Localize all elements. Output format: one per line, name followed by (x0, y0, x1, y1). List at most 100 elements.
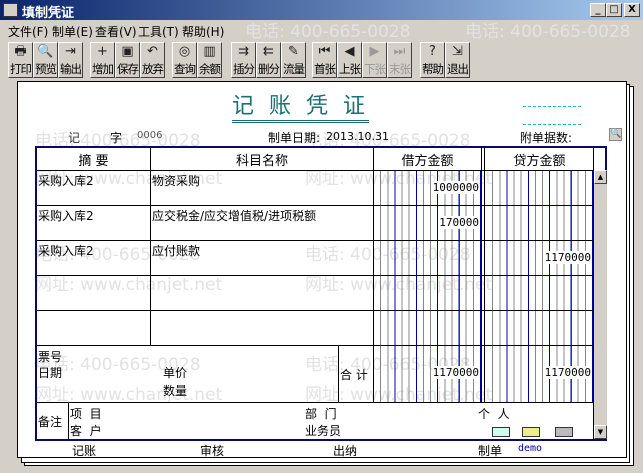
toolbar-button-insert-row[interactable]: ⇉ 插分 (231, 42, 256, 78)
toolbar-label: 下张 (364, 62, 386, 76)
toolbar-label: 放弃 (142, 62, 164, 76)
header-summary: 摘 要 (78, 154, 109, 169)
row-summary[interactable]: 采购入库2 (38, 207, 94, 224)
dotted-line (523, 124, 581, 125)
toolbar-button-printer[interactable]: 🖶 打印 (8, 42, 33, 78)
toolbar-label: 流量 (283, 62, 305, 76)
row-account[interactable]: 应交税金/应交增值税/进项税额 (152, 207, 316, 224)
voucher-type[interactable]: 记 (68, 129, 80, 146)
chart-icon: ▥ (203, 44, 216, 59)
toolbar-button-save[interactable]: ▣ 保存 (115, 42, 140, 78)
next-icon: ▶ (369, 44, 380, 59)
scroll-down-button[interactable]: ▼ (594, 425, 607, 439)
toolbar-label: 保存 (117, 62, 139, 76)
maker-label: 制单 (478, 444, 503, 458)
person-label: 个 人 (478, 407, 510, 421)
header-credit: 贷方金额 (513, 154, 566, 169)
toolbar-label: 上张 (339, 62, 361, 76)
scrollbar[interactable] (594, 170, 607, 439)
preview-icon: 🔍 (37, 44, 54, 59)
toolbar-label: 查询 (174, 62, 196, 76)
help-icon: ? (429, 44, 436, 59)
toolbar-button-last[interactable]: ⏭ 末张 (387, 42, 412, 78)
toolbar-button-first[interactable]: ⏮ 首张 (312, 42, 337, 78)
row-account[interactable]: 物资采购 (152, 172, 200, 189)
search-icon[interactable]: 🔍 (609, 128, 622, 141)
toolbar-label: 帮助 (422, 62, 444, 76)
toolbar-label: 打印 (10, 62, 32, 76)
row-credit[interactable]: 1170000 (544, 251, 591, 264)
row-summary[interactable]: 采购入库2 (38, 172, 94, 189)
toolbar-button-delete-row[interactable]: ⇇ 删分 (256, 42, 281, 78)
total-credit: 1170000 (544, 366, 591, 379)
qty-label: 数量 (163, 384, 188, 398)
last-icon: ⏭ (393, 44, 406, 59)
voucher-title: 记 账 凭 证 (232, 94, 369, 123)
menu-tools[interactable]: 工具(T) (138, 23, 179, 40)
menu-file[interactable]: 文件(F) (8, 23, 48, 40)
row-account[interactable]: 应付账款 (152, 242, 200, 259)
toolbar-label: 退出 (447, 62, 469, 76)
cashier-label: 出纳 (333, 444, 358, 458)
save-icon: ▣ (121, 44, 134, 59)
toolbar-button-binoculars[interactable]: ◎ 查询 (172, 42, 197, 78)
toolbar-button-chart[interactable]: ▥ 余额 (197, 42, 222, 78)
toolbar-button-help[interactable]: ? 帮助 (420, 42, 445, 78)
attachments-label: 附单据数: (520, 131, 573, 145)
toolbar-button-pencil[interactable]: ✎ 流量 (281, 42, 306, 78)
menu-voucher[interactable]: 制单(E) (52, 23, 93, 40)
row-debit[interactable]: 170000 (439, 216, 479, 229)
toolbar-button-prev[interactable]: ◀ 上张 (337, 42, 362, 78)
pencil-icon: ✎ (288, 44, 299, 59)
list-icon[interactable] (492, 427, 510, 437)
wand-icon[interactable] (555, 427, 573, 437)
toolbar-label: 预览 (35, 62, 57, 76)
remark-label: 备注 (38, 415, 63, 429)
salesman-label: 业务员 (305, 424, 342, 438)
voucher-date[interactable]: 2013.10.31 (326, 130, 389, 143)
dept-label: 部 门 (305, 407, 337, 421)
voucher-number[interactable]: 0006 (137, 130, 162, 141)
ticket-label: 票号 (38, 350, 63, 364)
toolbar-button-next[interactable]: ▶ 下张 (362, 42, 387, 78)
date2-label: 日期 (38, 366, 63, 380)
delete-row-icon: ⇇ (263, 44, 274, 59)
total-debit: 1170000 (432, 366, 479, 379)
toolbar-button-add[interactable]: + 增加 (90, 42, 115, 78)
menu-help[interactable]: 帮助(H) (182, 23, 224, 40)
price-label: 单价 (163, 366, 188, 380)
minimize-button[interactable]: _ (590, 3, 606, 17)
card-icon[interactable] (522, 427, 540, 437)
audit-label: 审核 (200, 444, 225, 458)
toolbar-button-exit[interactable]: ⇲ 退出 (445, 42, 470, 78)
post-label: 记账 (72, 444, 97, 458)
row-summary[interactable]: 采购入库2 (38, 242, 94, 259)
maker-name: demo (518, 443, 543, 454)
zi-label: 字 (110, 131, 123, 145)
undo-icon: ↶ (147, 44, 158, 59)
toolbar-label: 删分 (258, 62, 280, 76)
total-label: 合 计 (340, 368, 368, 382)
insert-row-icon: ⇉ (238, 44, 249, 59)
close-button[interactable]: X (624, 3, 640, 17)
menu-view[interactable]: 查看(V) (95, 23, 137, 40)
scroll-up-button[interactable]: ▲ (594, 170, 607, 184)
watermark: 电话: 400-665-0028 (245, 22, 411, 42)
header-debit: 借方金额 (401, 154, 454, 169)
printer-icon: 🖶 (14, 44, 27, 59)
toolbar-button-undo[interactable]: ↶ 放弃 (140, 42, 165, 78)
row-debit[interactable]: 1000000 (432, 181, 479, 194)
maximize-button[interactable]: □ (606, 3, 622, 17)
first-icon: ⏮ (318, 44, 331, 59)
toolbar-label: 输出 (60, 62, 82, 76)
toolbar-button-export[interactable]: ⇥ 输出 (58, 42, 83, 78)
toolbar-button-preview[interactable]: 🔍 预览 (33, 42, 58, 78)
prev-icon: ◀ (344, 44, 355, 59)
window-title: 填制凭证 (22, 6, 75, 21)
toolbar-label: 首张 (314, 62, 336, 76)
app-icon (3, 3, 18, 17)
customer-label: 客 户 (70, 424, 102, 438)
binoculars-icon: ◎ (178, 44, 191, 59)
toolbar-label: 余额 (199, 62, 221, 76)
export-icon: ⇥ (65, 44, 76, 59)
